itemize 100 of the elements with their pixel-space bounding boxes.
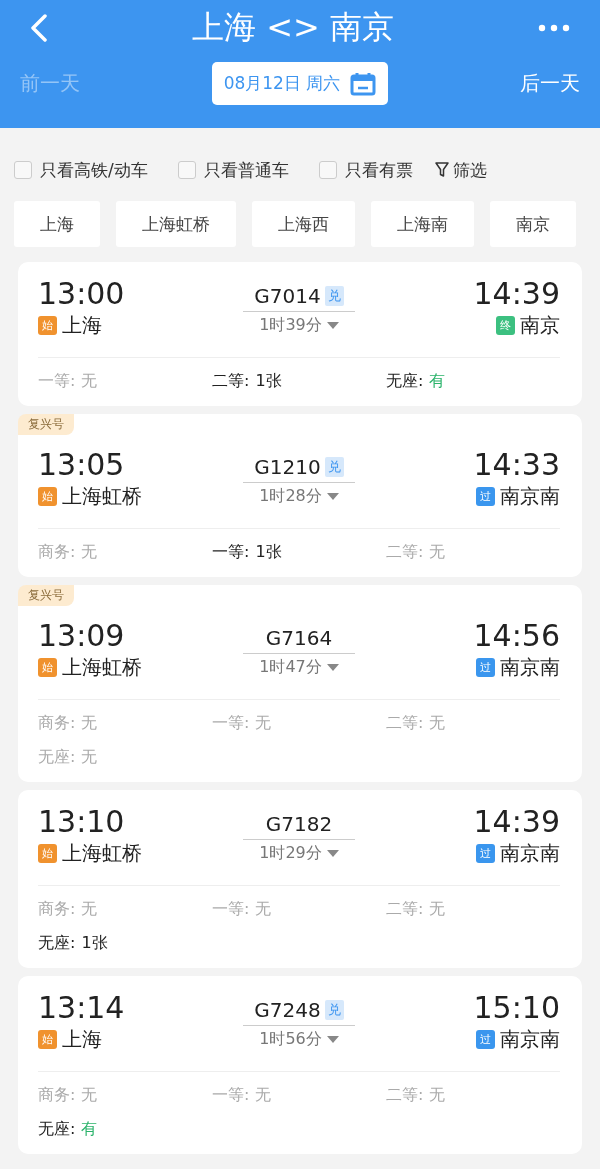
arrival-station: 南京南 <box>500 483 560 510</box>
seat-class: 一等: <box>212 712 250 734</box>
redeem-tag: 兑 <box>324 1000 344 1020</box>
arrival-station: 南京南 <box>500 840 560 867</box>
station-badge: 始 <box>38 844 57 863</box>
departure-station: 上海虹桥 <box>62 654 142 681</box>
seat-availability: 无 <box>81 746 98 768</box>
departure-time: 13:00 <box>38 276 126 312</box>
seat-availability: 无 <box>429 541 446 563</box>
seat-class: 二等: <box>386 541 424 563</box>
departure-time: 13:05 <box>38 447 126 483</box>
seat-availability: 无 <box>429 898 446 920</box>
seat-class: 商务: <box>38 898 76 920</box>
station-badge: 始 <box>38 658 57 677</box>
duration: 1时47分 <box>259 657 322 678</box>
train-type-label: 复兴号 <box>18 585 74 606</box>
departure-time: 13:10 <box>38 804 126 840</box>
filter-label[interactable]: 只看普通车 <box>203 158 289 182</box>
seat-availability: 有 <box>81 1118 98 1140</box>
seat-class: 无座: <box>38 746 76 768</box>
seat-class: 二等: <box>386 898 424 920</box>
seat-availability: 无 <box>429 1084 446 1106</box>
seat-availability: 无 <box>81 541 98 563</box>
calendar-icon[interactable] <box>350 71 377 96</box>
seat-class: 无座: <box>386 370 424 392</box>
caret-icon[interactable] <box>326 322 339 329</box>
seat-class: 一等: <box>212 898 250 920</box>
filter-button[interactable]: 筛选 <box>434 158 487 182</box>
filter-label[interactable]: 只看高铁/动车 <box>40 158 148 182</box>
caret-icon[interactable] <box>326 664 339 671</box>
seat-class: 商务: <box>38 712 76 734</box>
seat-class: 二等: <box>212 370 250 392</box>
train-number: G7014 <box>254 284 321 308</box>
caret-icon[interactable] <box>326 850 339 857</box>
filter-icon[interactable] <box>434 162 449 178</box>
seat-class: 一等: <box>38 370 76 392</box>
train-number: G7248 <box>254 998 321 1022</box>
departure-station: 上海 <box>62 312 102 339</box>
seat-availability: 1张 <box>81 932 108 954</box>
station-badge: 终 <box>496 316 515 335</box>
seat-class: 商务: <box>38 1084 76 1106</box>
arrival-time: 14:56 <box>473 618 560 654</box>
departure-time: 13:09 <box>38 618 126 654</box>
train-card[interactable]: 13:10 始 上海虹桥 G7182 1时29分 14:39 过 南京南 商务: 无 一等: 无 二等: 无 无座: 1张 <box>18 790 582 968</box>
train-number: G7182 <box>265 812 333 836</box>
train-number: G7164 <box>265 626 333 650</box>
seat-availability: 1张 <box>255 370 282 392</box>
arrival-time: 15:10 <box>473 990 560 1026</box>
station-badge: 过 <box>476 1030 495 1049</box>
seat-class: 商务: <box>38 541 76 563</box>
departure-station: 上海 <box>62 1026 102 1053</box>
station-badge: 过 <box>476 487 495 506</box>
seat-availability: 无 <box>81 370 98 392</box>
seat-class: 无座: <box>38 1118 76 1140</box>
departure-station: 上海虹桥 <box>62 840 142 867</box>
departure-station: 上海虹桥 <box>62 483 142 510</box>
station-tab[interactable]: 南京 <box>490 201 576 247</box>
arrival-station: 南京 <box>520 312 560 339</box>
arrival-time: 14:39 <box>473 276 560 312</box>
seat-availability: 1张 <box>255 541 282 563</box>
station-badge: 始 <box>38 316 57 335</box>
duration: 1时39分 <box>259 315 322 336</box>
station-badge: 过 <box>476 658 495 677</box>
back-icon[interactable] <box>30 14 48 42</box>
seat-class: 一等: <box>212 1084 250 1106</box>
station-tab[interactable]: 上海虹桥 <box>116 201 236 247</box>
seat-availability: 无 <box>429 712 446 734</box>
duration: 1时29分 <box>259 843 322 864</box>
seat-availability: 无 <box>255 1084 272 1106</box>
station-badge: 始 <box>38 487 57 506</box>
train-card[interactable]: 13:14 始 上海 G7248 兑 1时56分 15:10 过 南京南 商务: 无 一等: 无 二等: 无 无座: 有 <box>18 976 582 1154</box>
seat-availability: 无 <box>81 1084 98 1106</box>
filter-label[interactable]: 只看有票 <box>344 158 413 182</box>
arrival-station: 南京南 <box>500 1026 560 1053</box>
train-card[interactable]: 复兴号 13:05 始 上海虹桥 G1210 兑 1时28分 14:33 过 南京南 商务: 无 一等: 1张 二等: 无 <box>18 414 582 577</box>
seat-availability: 无 <box>255 898 272 920</box>
seat-class: 二等: <box>386 1084 424 1106</box>
arrival-station: 南京南 <box>500 654 560 681</box>
departure-time: 13:14 <box>38 990 126 1026</box>
route-title: 上海 <> 南京 <box>192 7 394 48</box>
checkbox[interactable] <box>318 161 337 179</box>
train-type-label: 复兴号 <box>18 414 74 435</box>
seat-availability: 无 <box>255 712 272 734</box>
train-card[interactable]: 13:00 始 上海 G7014 兑 1时39分 14:39 终 南京 一等: 无 二等: 1张 无座: 有 <box>18 262 582 406</box>
more-icon[interactable] <box>538 24 570 32</box>
duration: 1时56分 <box>259 1029 322 1050</box>
caret-icon[interactable] <box>326 1036 339 1043</box>
caret-icon[interactable] <box>326 493 339 500</box>
station-tab[interactable]: 上海南 <box>371 201 474 247</box>
checkbox[interactable] <box>177 161 196 179</box>
train-number: G1210 <box>254 455 321 479</box>
station-tab[interactable]: 上海西 <box>252 201 355 247</box>
seat-availability: 无 <box>81 712 98 734</box>
station-badge: 始 <box>38 1030 57 1049</box>
train-card[interactable]: 复兴号 13:09 始 上海虹桥 G7164 1时47分 14:56 过 南京南 商务: 无 一等: 无 二等: 无 无座: 无 <box>18 585 582 782</box>
station-tab[interactable]: 上海 <box>14 201 100 247</box>
duration: 1时28分 <box>259 486 322 507</box>
checkbox[interactable] <box>14 161 32 179</box>
seat-class: 二等: <box>386 712 424 734</box>
redeem-tag: 兑 <box>324 457 344 477</box>
